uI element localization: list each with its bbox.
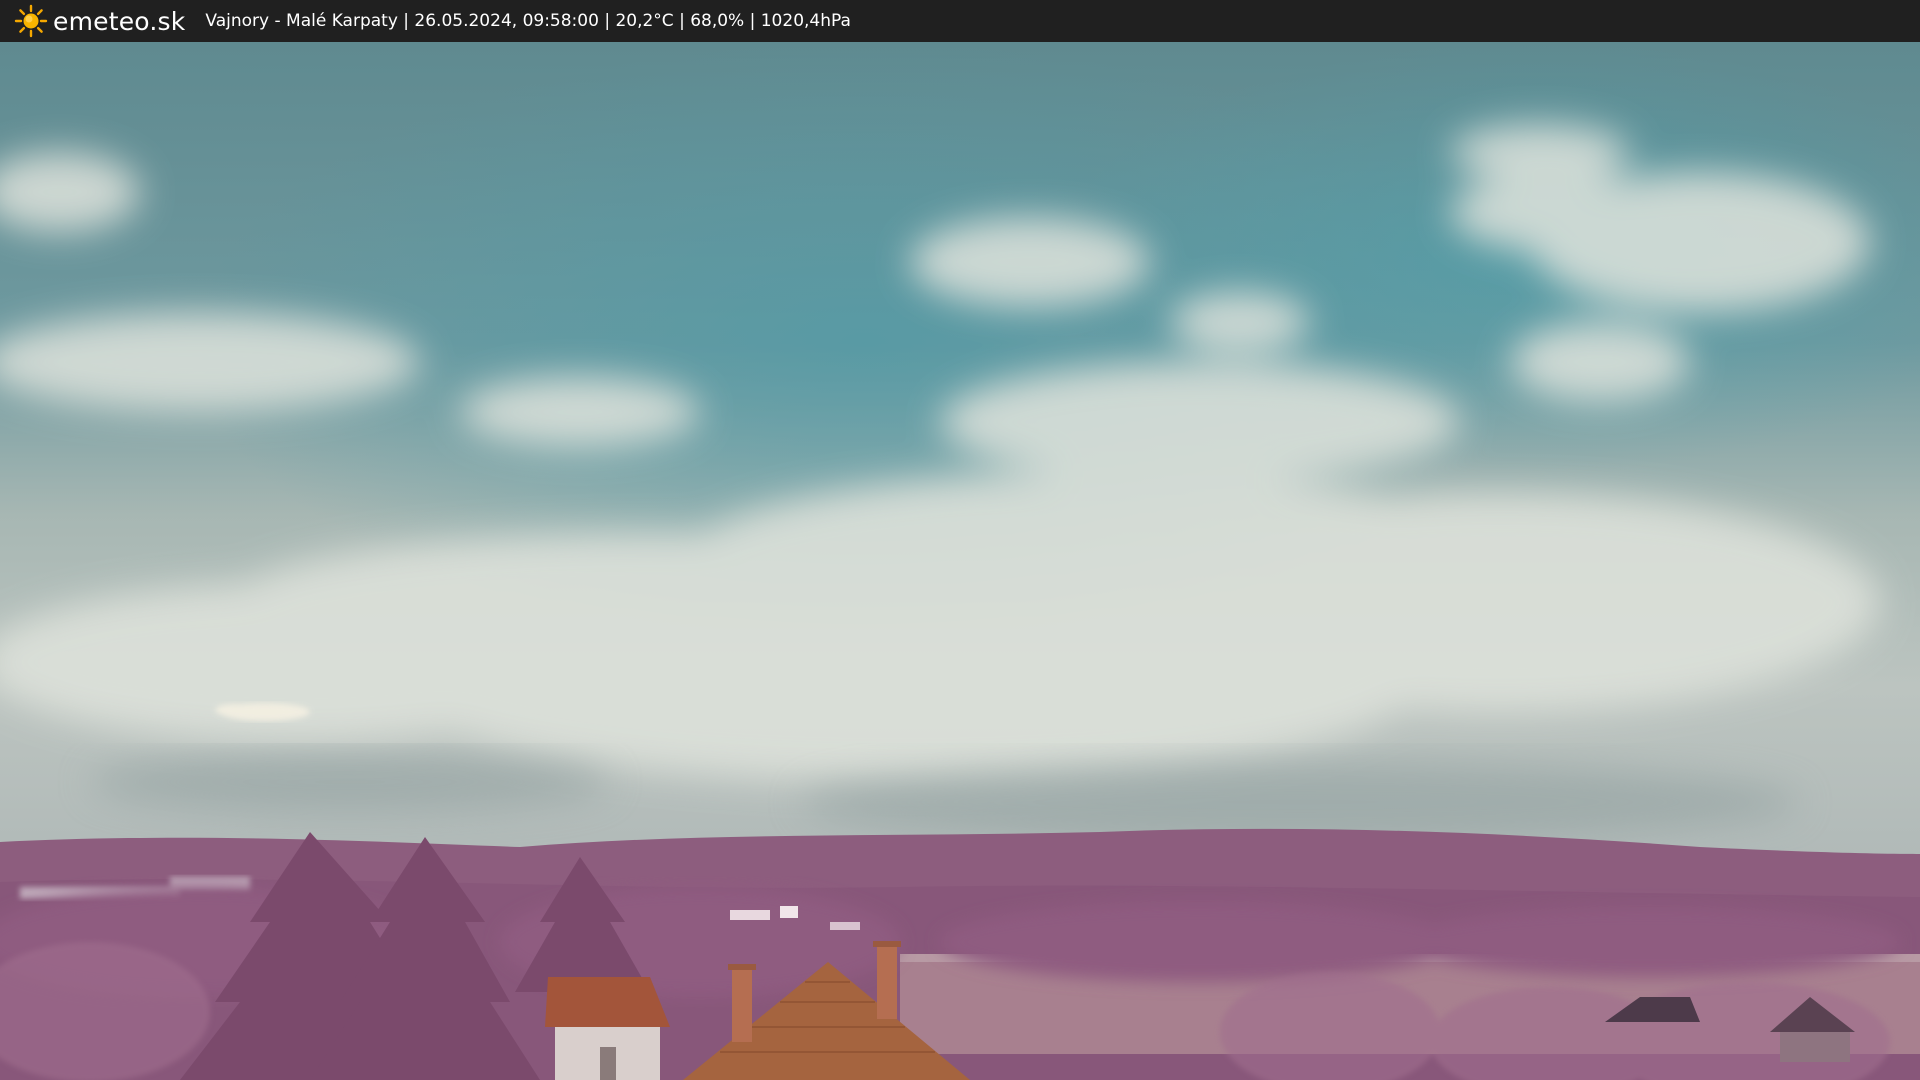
webcam-scene [0,42,1920,1080]
station-caption: Vajnory - Malé Karpaty | 26.05.2024, 09:… [205,11,851,31]
webcam-image [0,42,1920,1080]
sun-icon [14,4,48,38]
brand-name: emeteo.sk [53,6,186,36]
top-info-bar: emeteo.sk Vajnory - Malé Karpaty | 26.05… [0,0,1920,42]
emeteo-logo[interactable]: emeteo.sk [14,4,185,38]
